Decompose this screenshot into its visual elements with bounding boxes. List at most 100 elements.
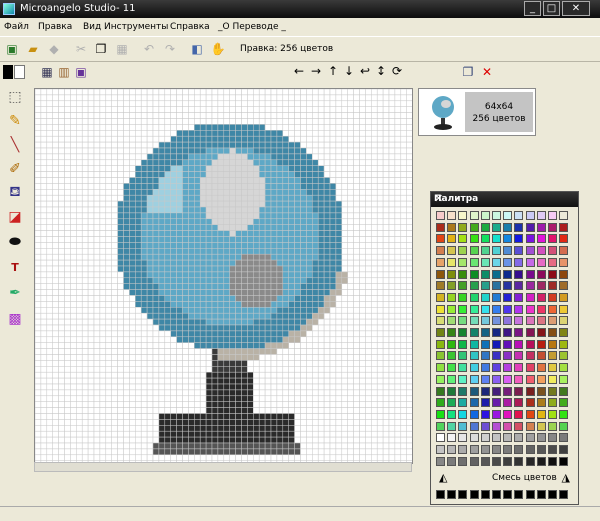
pixel-cell[interactable]	[52, 200, 59, 208]
pixel-cell[interactable]	[99, 141, 107, 149]
pixel-cell[interactable]	[353, 419, 360, 426]
pixel-cell[interactable]	[52, 295, 59, 302]
pixel-cell[interactable]	[205, 425, 213, 432]
pixel-cell[interactable]	[170, 177, 177, 184]
pixel-cell[interactable]	[35, 454, 42, 461]
pixel-cell[interactable]	[205, 283, 213, 290]
pixel-cell[interactable]	[64, 454, 71, 461]
pixel-cell[interactable]	[376, 324, 384, 332]
pixel-cell[interactable]	[241, 348, 248, 355]
pixel-cell[interactable]	[117, 112, 124, 119]
pixel-cell[interactable]	[164, 354, 171, 361]
pixel-cell[interactable]	[223, 218, 230, 225]
pixel-cell[interactable]	[176, 165, 183, 172]
pixel-cell[interactable]	[64, 324, 71, 332]
pixel-cell[interactable]	[123, 324, 130, 332]
pixel-cell[interactable]	[376, 442, 384, 450]
pixel-cell[interactable]	[117, 401, 124, 408]
pixel-cell[interactable]	[247, 430, 254, 438]
pixel-cell[interactable]	[300, 312, 307, 320]
pixel-cell[interactable]	[270, 401, 278, 408]
pixel-cell[interactable]	[247, 112, 254, 119]
pixel-cell[interactable]	[182, 230, 189, 237]
pixel-cell[interactable]	[335, 153, 343, 161]
pixel-cell[interactable]	[182, 413, 189, 420]
pixel-cell[interactable]	[158, 177, 166, 184]
pixel-cell[interactable]	[270, 413, 278, 420]
pixel-cell[interactable]	[359, 395, 366, 402]
pixel-cell[interactable]	[52, 106, 59, 113]
pixel-cell[interactable]	[312, 307, 319, 314]
pixel-cell[interactable]	[282, 242, 289, 249]
pixel-cell[interactable]	[135, 165, 142, 172]
pixel-cell[interactable]	[400, 425, 407, 432]
pixel-cell[interactable]	[247, 336, 254, 343]
pixel-cell[interactable]	[317, 354, 325, 361]
pixel-cell[interactable]	[247, 189, 254, 196]
pixel-cell[interactable]	[87, 430, 95, 438]
pixel-cell[interactable]	[52, 259, 59, 267]
pixel-cell[interactable]	[146, 277, 154, 284]
pixel-cell[interactable]	[35, 289, 42, 296]
pixel-cell[interactable]	[205, 130, 213, 137]
pixel-cell[interactable]	[152, 366, 160, 373]
pixel-cell[interactable]	[170, 413, 177, 420]
pixel-cell[interactable]	[135, 135, 142, 143]
pixel-cell[interactable]	[276, 236, 284, 243]
pixel-cell[interactable]	[87, 330, 95, 338]
pixel-cell[interactable]	[135, 224, 142, 231]
color-swatch[interactable]	[436, 292, 445, 302]
pixel-cell[interactable]	[158, 348, 166, 355]
pixel-cell[interactable]	[117, 212, 124, 220]
pixel-cell[interactable]	[111, 330, 118, 338]
pixel-cell[interactable]	[140, 301, 148, 308]
pixel-cell[interactable]	[40, 289, 48, 296]
pixel-cell[interactable]	[152, 442, 160, 450]
pixel-cell[interactable]	[288, 336, 295, 343]
pixel-cell[interactable]	[76, 366, 83, 373]
pixel-cell[interactable]	[235, 371, 242, 379]
pixel-cell[interactable]	[205, 159, 213, 166]
pixel-cell[interactable]	[40, 100, 48, 107]
pixel-cell[interactable]	[317, 183, 325, 190]
pixel-cell[interactable]	[164, 454, 171, 461]
pixel-cell[interactable]	[323, 130, 331, 137]
pixel-cell[interactable]	[70, 366, 77, 373]
pixel-cell[interactable]	[129, 442, 136, 450]
pixel-cell[interactable]	[300, 242, 307, 249]
pixel-cell[interactable]	[253, 153, 260, 161]
pixel-cell[interactable]	[117, 342, 124, 349]
pixel-cell[interactable]	[312, 253, 319, 261]
pixel-cell[interactable]	[164, 366, 171, 373]
pixel-cell[interactable]	[235, 389, 242, 397]
pixel-cell[interactable]	[306, 112, 313, 119]
pixel-cell[interactable]	[140, 253, 148, 261]
pixel-cell[interactable]	[46, 301, 53, 308]
pixel-cell[interactable]	[300, 366, 307, 373]
pixel-cell[interactable]	[282, 89, 289, 96]
pixel-cell[interactable]	[81, 165, 89, 172]
close-button[interactable]: ✕	[562, 1, 590, 16]
pixel-cell[interactable]	[76, 413, 83, 420]
pixel-cell[interactable]	[176, 430, 183, 438]
pixel-cell[interactable]	[376, 307, 384, 314]
pixel-cell[interactable]	[388, 159, 396, 166]
pixel-cell[interactable]	[52, 407, 59, 414]
pixel-cell[interactable]	[117, 407, 124, 414]
pixel-cell[interactable]	[70, 354, 77, 361]
pixel-cell[interactable]	[81, 94, 89, 102]
pixel-cell[interactable]	[294, 301, 301, 308]
pixel-cell[interactable]	[35, 318, 42, 326]
pixel-cell[interactable]	[276, 100, 284, 107]
pixel-cell[interactable]	[235, 147, 242, 155]
pixel-cell[interactable]	[306, 407, 313, 414]
pixel-cell[interactable]	[288, 383, 295, 391]
pixel-cell[interactable]	[270, 230, 278, 237]
pixel-cell[interactable]	[394, 371, 402, 379]
pixel-cell[interactable]	[229, 354, 236, 361]
pixel-cell[interactable]	[306, 89, 313, 96]
pixel-cell[interactable]	[211, 112, 219, 119]
pixel-cell[interactable]	[270, 153, 278, 161]
pixel-cell[interactable]	[400, 130, 407, 137]
pixel-cell[interactable]	[182, 135, 189, 143]
